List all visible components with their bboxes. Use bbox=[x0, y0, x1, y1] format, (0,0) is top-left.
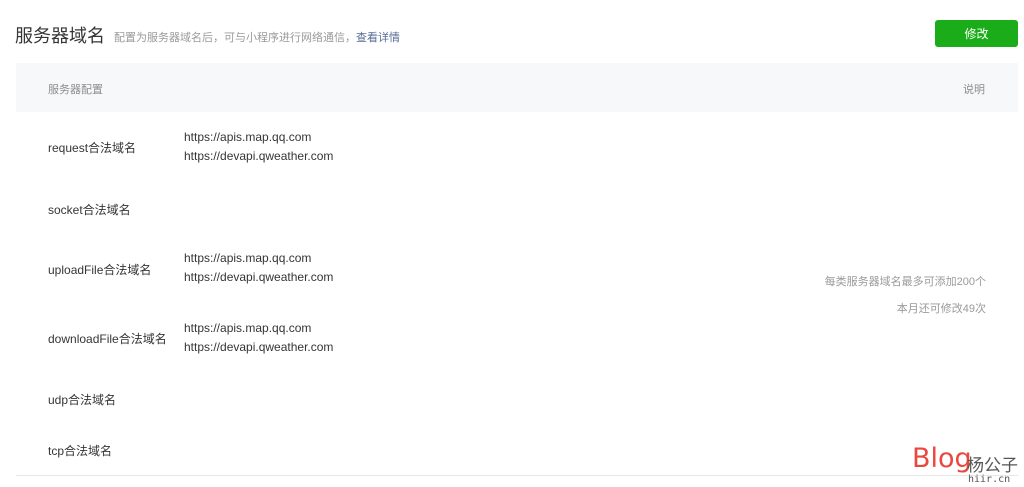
table-header: 服务器配置 说明 bbox=[16, 63, 1018, 112]
row-label-downloadfile: downloadFile合法域名 bbox=[48, 332, 167, 346]
table-bottom-divider bbox=[16, 475, 1018, 476]
domain-value: https://devapi.qweather.com bbox=[184, 340, 334, 354]
domain-value: https://apis.map.qq.com bbox=[184, 251, 312, 265]
row-label-request: request合法域名 bbox=[48, 141, 137, 155]
domain-value: https://apis.map.qq.com bbox=[184, 321, 312, 335]
column-header-note: 说明 bbox=[963, 84, 985, 96]
page-description: 配置为服务器域名后，可与小程序进行网络通信，查看详情 bbox=[114, 29, 400, 45]
row-label-tcp: tcp合法域名 bbox=[48, 444, 113, 458]
limit-note: 每类服务器域名最多可添加200个 bbox=[824, 276, 986, 288]
domain-value: https://devapi.qweather.com bbox=[184, 149, 334, 163]
details-link[interactable]: 查看详情 bbox=[356, 32, 400, 44]
watermark-logo: Blog 杨公子 hiir.cn bbox=[912, 443, 1022, 487]
row-values-downloadfile: https://apis.map.qq.com https://devapi.q… bbox=[184, 319, 333, 357]
row-values-request: https://apis.map.qq.com https://devapi.q… bbox=[184, 128, 333, 166]
remaining-note: 本月还可修改49次 bbox=[896, 303, 986, 315]
column-header-config: 服务器配置 bbox=[48, 84, 103, 96]
watermark-name: 杨公子 bbox=[967, 456, 1018, 475]
row-label-socket: socket合法域名 bbox=[48, 203, 131, 217]
description-text: 配置为服务器域名后，可与小程序进行网络通信， bbox=[114, 32, 356, 44]
domain-value: https://apis.map.qq.com bbox=[184, 130, 312, 144]
modify-button[interactable]: 修改 bbox=[935, 20, 1018, 47]
watermark-url: hiir.cn bbox=[968, 474, 1011, 485]
row-label-uploadfile: uploadFile合法域名 bbox=[48, 263, 152, 277]
page-title: 服务器域名 bbox=[15, 26, 105, 46]
watermark-blog: Blog bbox=[912, 443, 972, 474]
domain-value: https://devapi.qweather.com bbox=[184, 270, 334, 284]
row-label-udp: udp合法域名 bbox=[48, 393, 117, 407]
row-values-uploadfile: https://apis.map.qq.com https://devapi.q… bbox=[184, 249, 333, 287]
